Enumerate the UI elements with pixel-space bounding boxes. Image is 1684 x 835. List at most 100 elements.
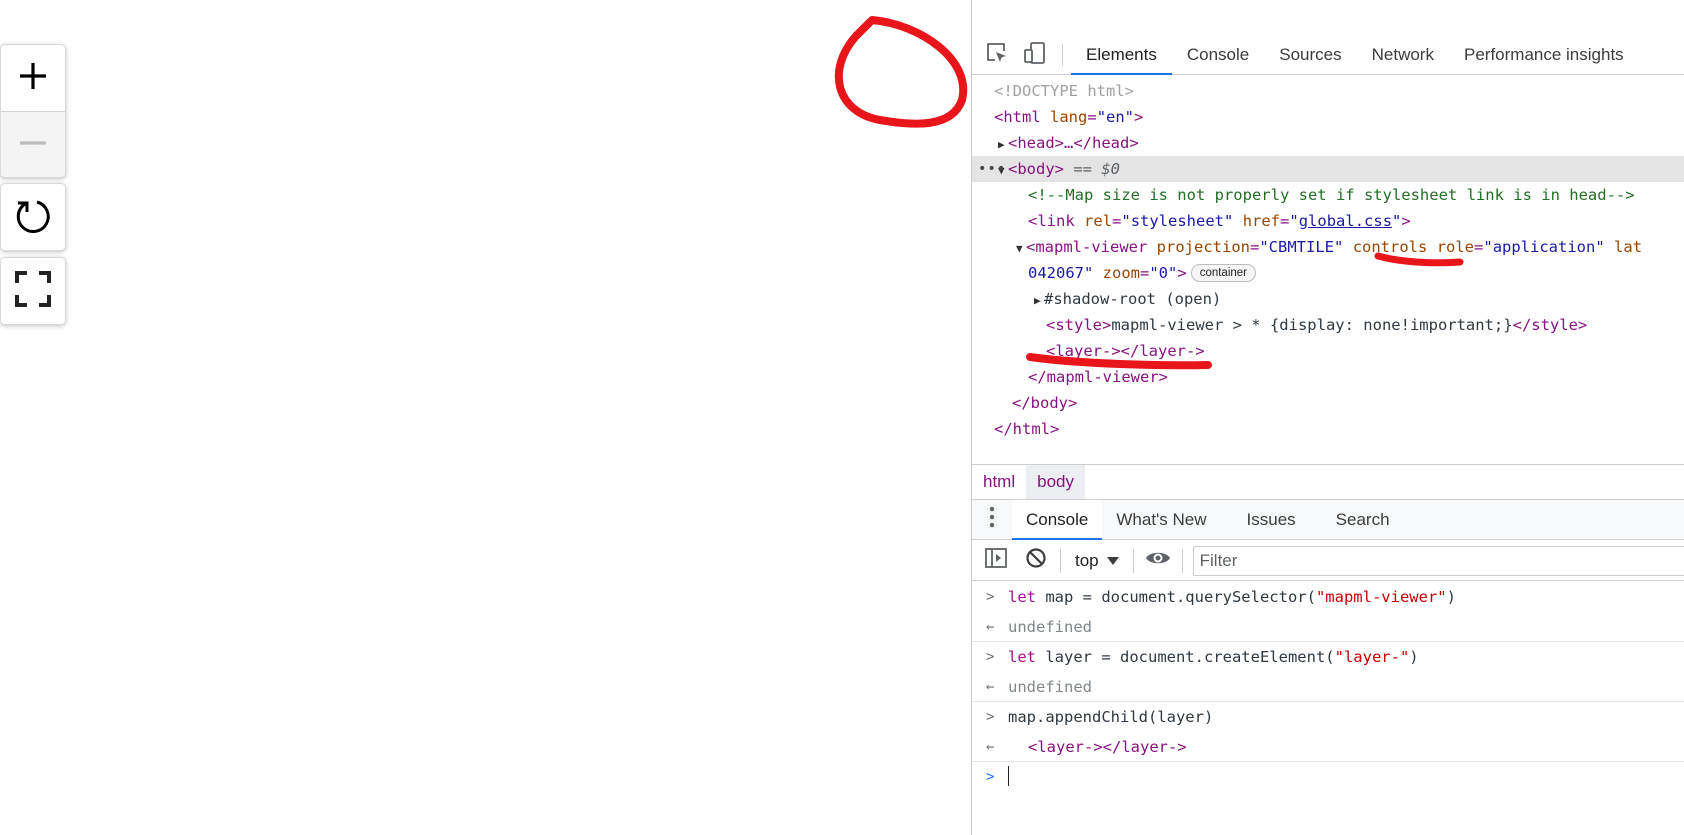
code-text: layer = document.createElement( (1036, 648, 1335, 666)
inspect-element-button[interactable] (978, 36, 1016, 74)
controls-attr: controls (1352, 238, 1428, 256)
toolbar-separator (1132, 548, 1134, 573)
dom-node-mapml-viewer[interactable]: ▼ <mapml-viewer projection="CBMTILE" cont… (972, 234, 1684, 260)
dom-node-mapml-viewer-close[interactable]: </mapml-viewer> (972, 364, 1684, 390)
keyword: let (1008, 588, 1036, 606)
collapse-triangle-icon[interactable]: ▼ (1016, 236, 1026, 262)
tab-sources[interactable]: Sources (1264, 36, 1356, 74)
zoom-attr: zoom (1102, 264, 1140, 282)
breadcrumb-html[interactable]: html (972, 465, 1026, 499)
selected-node-marker: == $0 (1073, 160, 1121, 178)
breadcrumb-body[interactable]: body (1026, 465, 1085, 499)
layer-tag: <layer-></layer-> (1046, 342, 1205, 360)
drawer-menu-button[interactable] (972, 500, 1012, 539)
inspect-icon (986, 42, 1008, 68)
live-expression-button[interactable] (1138, 541, 1178, 581)
body-tag: <body> (1008, 160, 1064, 178)
projection-value: "CBMTILE" (1259, 238, 1344, 256)
more-options-icon[interactable]: ••• (978, 156, 1006, 182)
html-tag-close: > (1134, 108, 1144, 126)
html-close-tag: </html> (994, 420, 1060, 438)
zoom-in-button[interactable] (1, 45, 65, 111)
dom-node-layer[interactable]: <layer-></layer-> (972, 338, 1684, 364)
style-content: mapml-viewer > * {display: none!importan… (1111, 316, 1513, 334)
dom-node-body-close[interactable]: </body> (972, 390, 1684, 416)
zoom-out-button[interactable] (1, 111, 65, 177)
console-input-line[interactable]: > map.appendChild(layer) (972, 702, 1684, 732)
html-lang-eq: = (1087, 108, 1097, 126)
minus-icon (18, 128, 48, 162)
zoom-control-group (0, 44, 66, 178)
link-rel-attr: rel (1084, 212, 1113, 230)
dom-node-style[interactable]: <style>mapml-viewer > * {display: none!i… (972, 312, 1684, 338)
input-chevron-icon: > (986, 589, 995, 605)
dom-node-link[interactable]: <link rel="stylesheet" href="global.css"… (972, 208, 1684, 234)
input-chevron-icon: > (986, 709, 995, 725)
tab-network[interactable]: Network (1357, 36, 1449, 74)
context-value: top (1075, 550, 1099, 570)
input-chevron-icon: > (986, 649, 995, 665)
code-text: map = document.querySelector( (1036, 588, 1316, 606)
dropdown-arrow-icon (1106, 551, 1119, 571)
tab-elements[interactable]: Elements (1071, 36, 1172, 75)
console-messages: > let map = document.querySelector("mapml… (972, 582, 1684, 835)
console-result-line[interactable]: ← undefined (972, 672, 1684, 702)
map-viewer[interactable] (0, 0, 971, 835)
dom-breadcrumb: html body (972, 464, 1684, 500)
sidebar-toggle-icon (985, 548, 1007, 573)
dom-node-mapml-viewer-cont[interactable]: 042067" zoom="0"> container (972, 260, 1684, 286)
drawer-tab-search[interactable]: Search (1322, 500, 1404, 539)
html-lang-value: "en" (1096, 108, 1135, 126)
dom-node-html-close[interactable]: </html> (972, 416, 1684, 442)
string-literal: "mapml-viewer" (1315, 588, 1447, 606)
console-input-line[interactable]: > let layer = document.createElement("lay… (972, 642, 1684, 672)
expand-triangle-icon[interactable]: ▶ (1034, 288, 1044, 314)
dom-node-doctype[interactable]: <!DOCTYPE html> (972, 78, 1684, 104)
dom-node-head[interactable]: ▶ <head>…</head> (972, 130, 1684, 156)
device-toolbar-button[interactable] (1016, 36, 1054, 74)
clear-console-button[interactable] (1016, 541, 1056, 581)
expand-triangle-icon[interactable]: ▶ (998, 132, 1008, 158)
result-value: undefined (1008, 678, 1092, 696)
container-badge[interactable]: container (1190, 264, 1256, 282)
show-sidebar-button[interactable] (976, 541, 1016, 581)
code-text: ) (1446, 588, 1456, 606)
clear-console-icon (1025, 547, 1047, 574)
role-attr: role (1436, 238, 1475, 256)
link-tag: <link (1028, 212, 1075, 230)
console-filter-input[interactable] (1192, 545, 1684, 576)
shadow-root-text: #shadow-root (open) (1044, 290, 1222, 308)
elements-dom-tree: <!DOCTYPE html> <html lang="en"> ▶ <head>… (972, 78, 1684, 464)
result-element[interactable]: <layer-></layer-> (1008, 738, 1187, 756)
dom-node-comment[interactable]: <!--Map size is not properly set if styl… (972, 182, 1684, 208)
fullscreen-button[interactable] (1, 258, 65, 324)
result-arrow-icon: ← (986, 619, 995, 635)
mapml-viewer-tag-close: > (1177, 264, 1187, 282)
result-arrow-icon: ← (986, 739, 995, 755)
console-result-line[interactable]: ← undefined (972, 612, 1684, 642)
mapml-viewer-tag: <mapml-viewer (1026, 238, 1148, 256)
console-input-line[interactable]: > let map = document.querySelector("mapml… (972, 582, 1684, 612)
console-toolbar: top (972, 541, 1684, 581)
dom-node-html[interactable]: <html lang="en"> (972, 104, 1684, 130)
html-lang-attr: lang (1050, 108, 1088, 126)
reload-button[interactable] (1, 184, 65, 250)
dom-node-shadow-root[interactable]: ▶ #shadow-root (open) (972, 286, 1684, 312)
fullscreen-control-group (0, 257, 66, 325)
console-prompt[interactable]: > (972, 762, 1684, 792)
keyword: let (1008, 648, 1036, 666)
mapml-viewer-close-tag: </mapml-viewer> (1028, 368, 1168, 386)
drawer-tab-whats-new[interactable]: What's New (1102, 500, 1220, 539)
link-href-attr: href (1242, 212, 1281, 230)
js-context-select[interactable]: top (1065, 551, 1129, 571)
lat-attr: lat (1614, 238, 1643, 256)
drawer-tab-issues[interactable]: Issues (1233, 500, 1310, 539)
eye-icon (1145, 549, 1171, 572)
devtools-panel: Elements Console Sources Network Perform… (971, 0, 1684, 835)
tab-performance-insights[interactable]: Performance insights (1449, 36, 1639, 74)
drawer-tab-console[interactable]: Console (1012, 500, 1103, 540)
dom-node-body[interactable]: ••• ▼ <body> == $0 (972, 156, 1684, 182)
link-href-value[interactable]: global.css (1299, 212, 1392, 230)
console-result-line[interactable]: ← <layer-></layer-> (972, 732, 1684, 762)
tab-console[interactable]: Console (1172, 36, 1264, 74)
